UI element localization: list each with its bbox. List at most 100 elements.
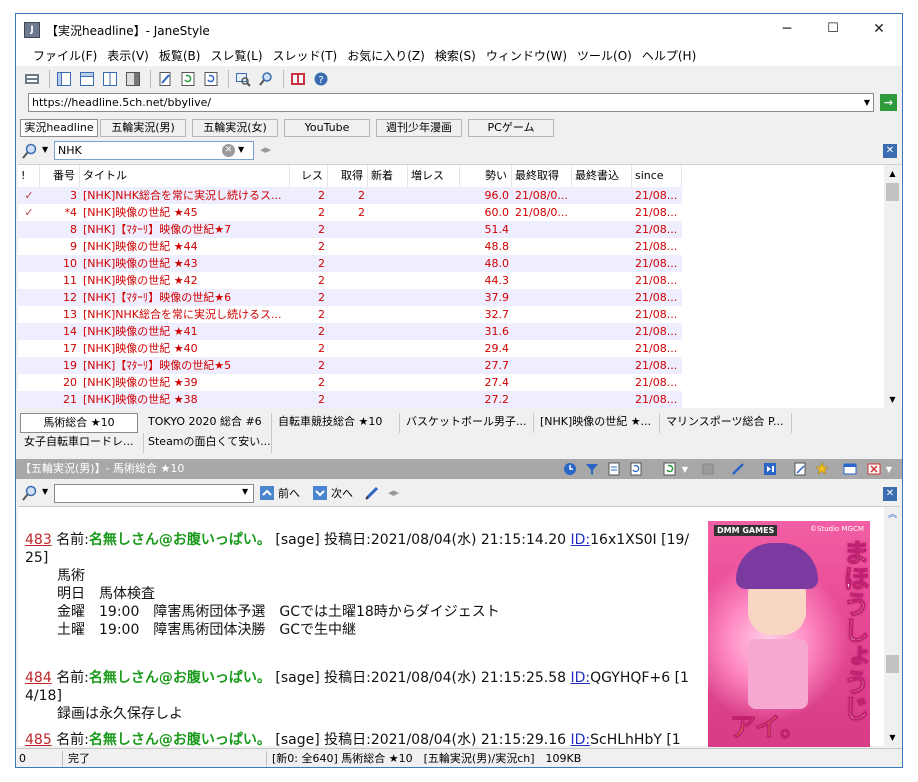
pane-layout-2-icon[interactable] xyxy=(77,69,97,89)
prev-button[interactable]: 前へ xyxy=(260,485,300,501)
post-number[interactable]: 484 xyxy=(25,670,52,686)
clock-icon[interactable] xyxy=(562,461,578,477)
scroll-down-icon[interactable]: ▼ xyxy=(884,729,901,746)
column-header-title[interactable]: タイトル xyxy=(80,165,290,187)
board-tab-4[interactable]: 週刊少年漫画 xyxy=(376,119,462,137)
maximize-button[interactable]: ☐ xyxy=(810,14,856,44)
column-header-force[interactable]: 勢い xyxy=(460,165,512,187)
splitter-handle-icon[interactable]: ◂▸ xyxy=(260,143,271,156)
menu-item-2[interactable]: 板覧(B) xyxy=(154,46,206,66)
column-header-last-get[interactable]: 最終取得 xyxy=(512,165,572,187)
next-button[interactable]: 次へ xyxy=(313,485,353,501)
menu-item-9[interactable]: ヘルプ(H) xyxy=(637,46,701,66)
go-button[interactable]: → xyxy=(880,94,897,111)
column-header-last-write[interactable]: 最終書込 xyxy=(572,165,632,187)
refresh-page-icon[interactable] xyxy=(628,461,644,477)
thread-row[interactable]: 10 [NHK]映像の世紀 ★43 2 48.0 21/08... xyxy=(18,255,682,272)
chevron-down-icon[interactable]: ▼ xyxy=(42,487,48,496)
board-tab-1[interactable]: 五輪実況(男) xyxy=(100,119,186,137)
pane-layout-1-icon[interactable] xyxy=(54,69,74,89)
menu-item-7[interactable]: ウィンドウ(W) xyxy=(481,46,572,66)
column-header-res[interactable]: レス xyxy=(290,165,328,187)
thread-row[interactable]: 13 [NHK]NHK総合を常に実況し続けるス... 2 32.7 21/08... xyxy=(18,306,682,323)
pen-icon[interactable] xyxy=(730,461,746,477)
thread-row[interactable]: 21 [NHK]映像の世紀 ★38 2 27.2 21/08... xyxy=(18,391,682,408)
thread-scrollbar[interactable]: ︽ ▼ xyxy=(884,507,901,747)
menu-item-6[interactable]: 検索(S) xyxy=(430,46,481,66)
find-thread-icon[interactable] xyxy=(233,69,253,89)
thread-row[interactable]: 17 [NHK]映像の世紀 ★40 2 29.4 21/08... xyxy=(18,340,682,357)
board-tab-5[interactable]: PCゲーム xyxy=(468,119,554,137)
board-tab-2[interactable]: 五輪実況(女) xyxy=(192,119,278,137)
post-number[interactable]: 483 xyxy=(25,532,52,548)
splitter-handle-icon[interactable]: ◂▸ xyxy=(388,486,399,499)
reload-all-icon[interactable] xyxy=(201,69,221,89)
search-icon[interactable] xyxy=(256,69,276,89)
jump-icon[interactable] xyxy=(762,461,778,477)
board-tab-0[interactable]: 実況headline xyxy=(20,119,98,137)
advertisement-banner[interactable]: DMM GAMES ©Studio MGCM まほうしょうじ アイ。 xyxy=(708,521,870,747)
thread-row[interactable]: 12 [NHK]【ﾏﾀｰﾘ】映像の世紀★6 2 37.9 21/08... xyxy=(18,289,682,306)
thread-row[interactable]: 14 [NHK]映像の世紀 ★41 2 31.6 21/08... xyxy=(18,323,682,340)
board-tree-icon[interactable] xyxy=(288,69,308,89)
thread-search-input[interactable] xyxy=(54,484,254,503)
thread-tab-1[interactable]: TOKYO 2020 総合 #6 xyxy=(144,413,272,433)
favorite-star-icon[interactable] xyxy=(814,461,830,477)
stop-icon[interactable] xyxy=(700,461,716,477)
menu-item-0[interactable]: ファイル(F) xyxy=(28,46,102,66)
thread-tab-0[interactable]: 馬術総合 ★10 xyxy=(20,413,138,433)
pane-layout-3-icon[interactable] xyxy=(100,69,120,89)
thread-tab-5[interactable]: マリンスポーツ総合 P... xyxy=(662,413,792,433)
menu-item-1[interactable]: 表示(V) xyxy=(102,46,154,66)
scroll-up-icon[interactable]: ▲ xyxy=(884,165,901,182)
url-dropdown-icon[interactable]: ▼ xyxy=(861,94,873,111)
scroll-top-icon[interactable]: ︽ xyxy=(884,507,901,524)
column-header-get[interactable]: 取得 xyxy=(328,165,368,187)
scroll-thumb[interactable] xyxy=(886,655,899,673)
thread-tab-7[interactable]: Steamの面白くて安い... xyxy=(144,433,272,453)
menu-item-4[interactable]: スレッド(T) xyxy=(268,46,343,66)
search-icon[interactable] xyxy=(21,142,39,160)
post-number[interactable]: 485 xyxy=(25,732,52,748)
reload-icon[interactable] xyxy=(178,69,198,89)
id-label[interactable]: ID: xyxy=(571,532,591,548)
close-search-icon[interactable]: ✕ xyxy=(883,487,897,501)
filter-icon[interactable] xyxy=(584,461,600,477)
menu-item-5[interactable]: お気に入り(Z) xyxy=(342,46,430,66)
board-list-icon[interactable] xyxy=(22,69,42,89)
chevron-down-icon[interactable]: ▼ xyxy=(242,487,248,496)
menu-item-3[interactable]: スレ覧(L) xyxy=(205,46,267,66)
clear-icon[interactable]: ✕ xyxy=(222,144,235,157)
scroll-thumb[interactable] xyxy=(886,183,899,201)
close-thread-icon[interactable] xyxy=(866,461,882,477)
id-label[interactable]: ID: xyxy=(571,670,591,686)
minimize-button[interactable]: ─ xyxy=(764,14,810,44)
pane-layout-4-icon[interactable] xyxy=(123,69,143,89)
thread-row[interactable]: 20 [NHK]映像の世紀 ★39 2 27.4 21/08... xyxy=(18,374,682,391)
thread-row[interactable]: 19 [NHK]【ﾏﾀｰﾘ】映像の世紀★5 2 27.7 21/08... xyxy=(18,357,682,374)
thread-row[interactable]: 8 [NHK]【ﾏﾀｰﾘ】映像の世紀★7 2 51.4 21/08... xyxy=(18,221,682,238)
write-icon[interactable] xyxy=(792,461,808,477)
url-field[interactable]: https://headline.5ch.net/bbylive/ xyxy=(28,93,874,112)
window-icon[interactable] xyxy=(842,461,858,477)
write-icon[interactable] xyxy=(155,69,175,89)
chevron-down-icon[interactable]: ▼ xyxy=(680,461,690,477)
column-header-mark[interactable]: ! xyxy=(18,165,40,187)
board-tab-3[interactable]: YouTube xyxy=(284,119,370,137)
column-header-inc[interactable]: 増レス xyxy=(408,165,460,187)
column-header-new[interactable]: 新着 xyxy=(368,165,408,187)
thread-tab-3[interactable]: バスケットボール男子... xyxy=(402,413,534,433)
column-header-since[interactable]: since xyxy=(632,165,682,187)
thread-row[interactable]: ✓ 3 [NHK]NHK総合を常に実況し続けるス... 2 2 96.0 21/08/0..… xyxy=(18,187,682,204)
column-header-no[interactable]: 番号 xyxy=(40,165,80,187)
close-button[interactable]: ✕ xyxy=(856,14,902,44)
menu-item-8[interactable]: ツール(O) xyxy=(572,46,637,66)
thread-row[interactable]: 9 [NHK]映像の世紀 ★44 2 48.8 21/08... xyxy=(18,238,682,255)
thread-tab-6[interactable]: 女子自転車ロードレ... xyxy=(20,433,144,453)
page-icon[interactable] xyxy=(606,461,622,477)
chevron-down-icon[interactable]: ▼ xyxy=(42,145,48,154)
thread-row[interactable]: ✓ *4 [NHK]映像の世紀 ★45 2 2 60.0 21/08/0... 21/08..… xyxy=(18,204,682,221)
thread-tab-2[interactable]: 自転車競技総合 ★10 xyxy=(274,413,400,433)
search-icon[interactable] xyxy=(21,484,39,502)
reload-icon[interactable] xyxy=(662,461,678,477)
